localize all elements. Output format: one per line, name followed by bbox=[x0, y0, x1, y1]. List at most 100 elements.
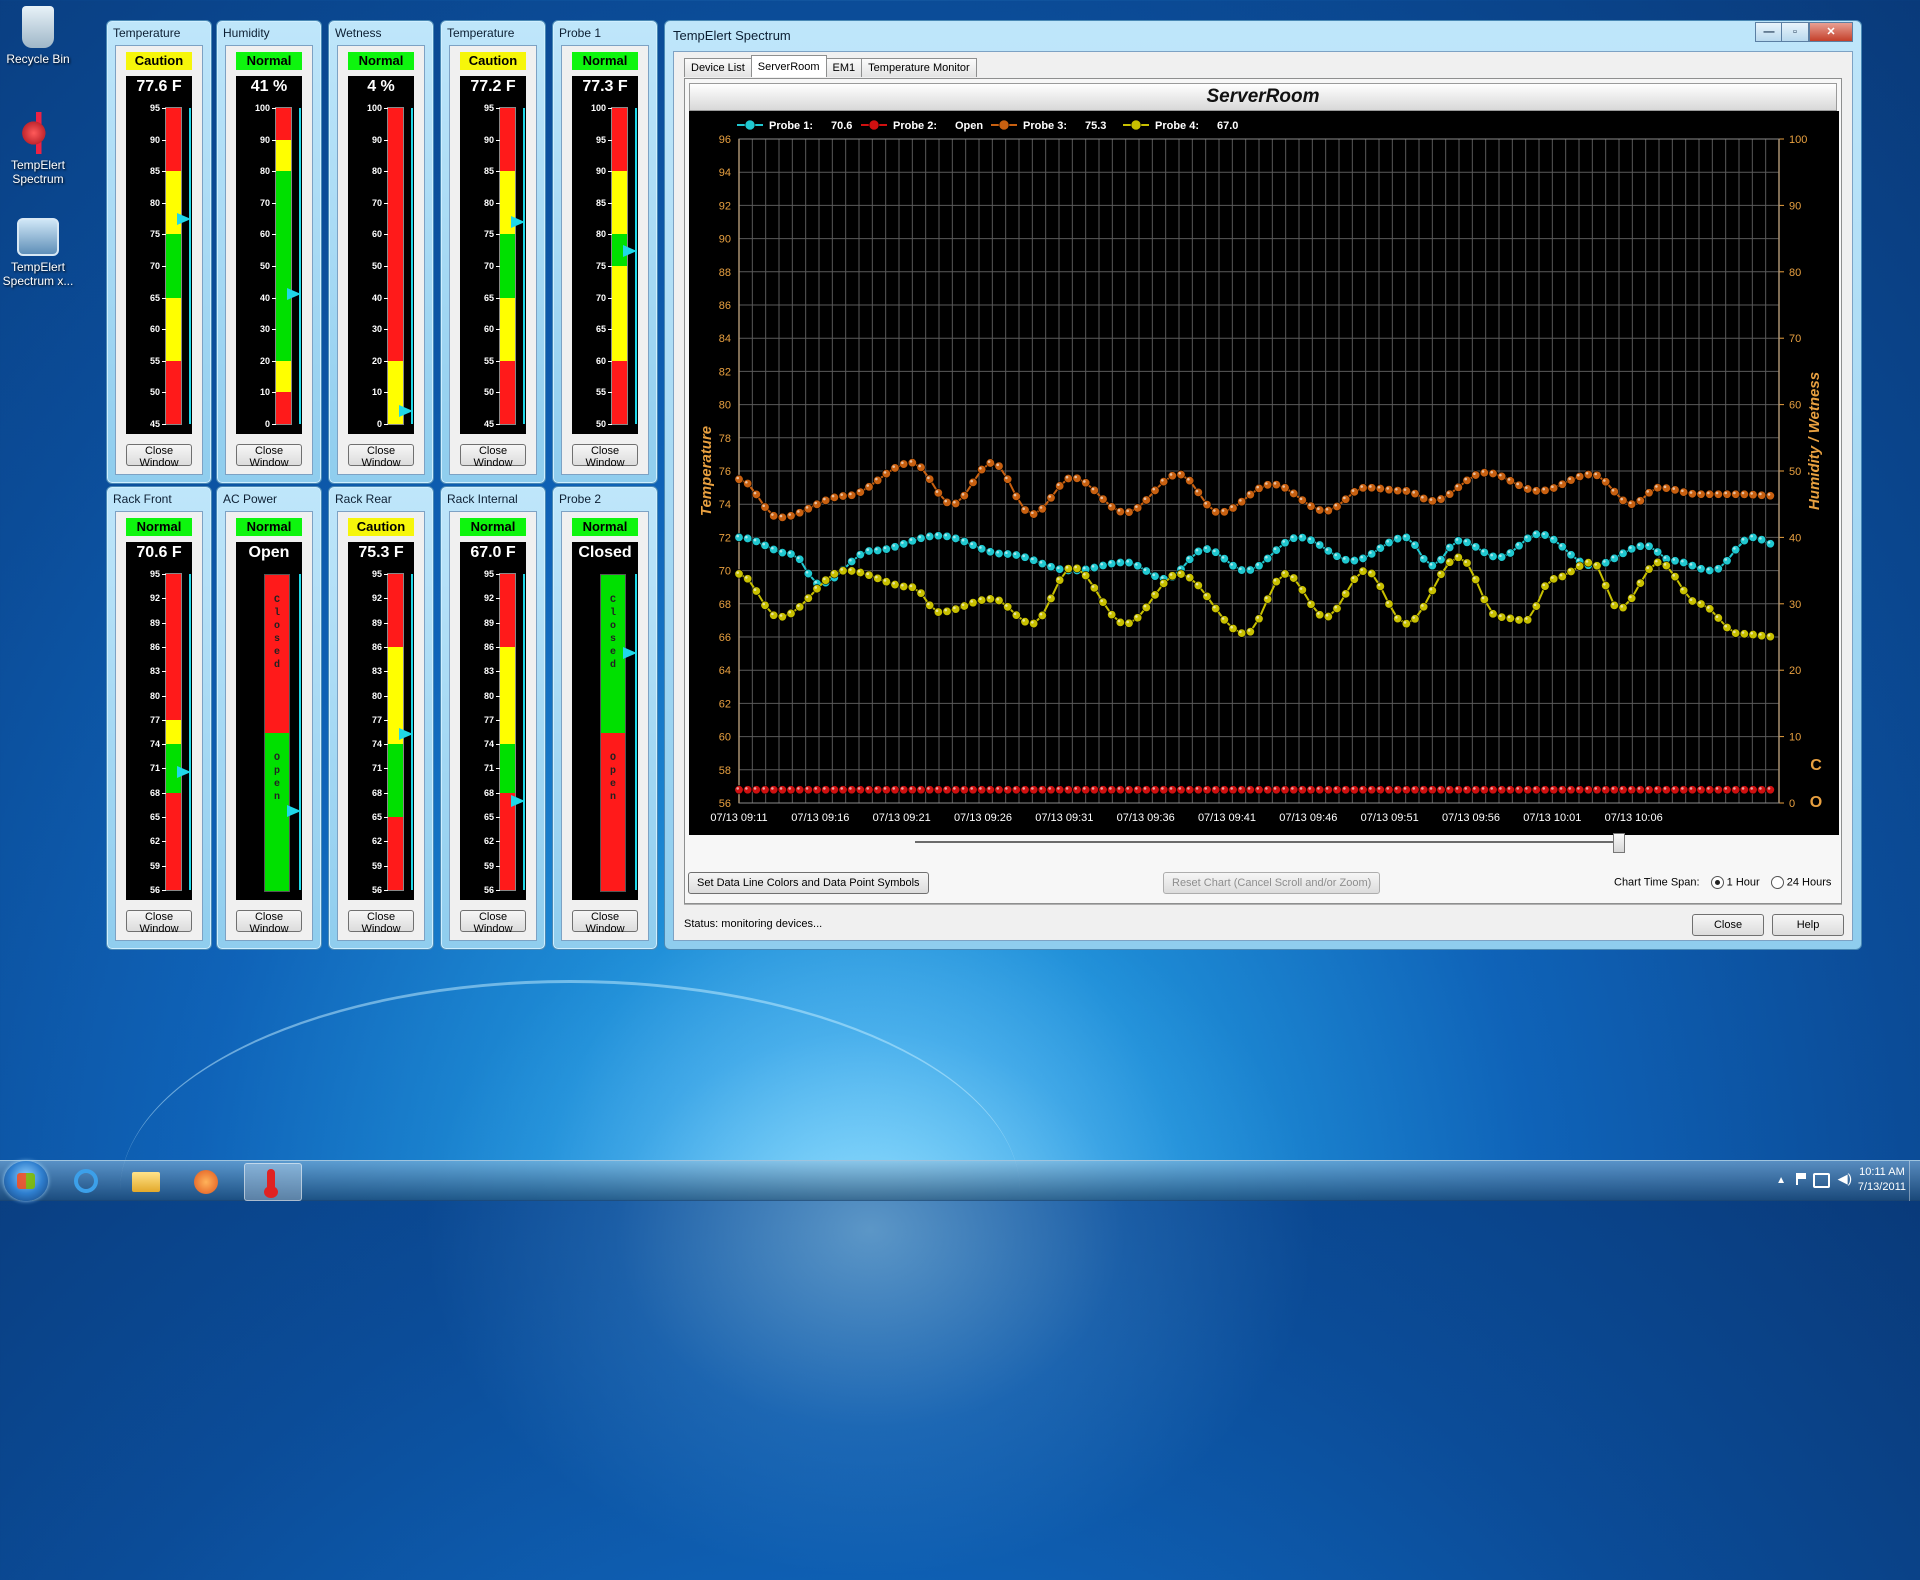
taskbar-ie[interactable] bbox=[60, 1163, 112, 1199]
gauge-tick bbox=[496, 719, 500, 721]
data-point bbox=[1644, 785, 1654, 795]
data-point-highlight bbox=[1455, 484, 1459, 488]
close-window-button[interactable]: Close Window bbox=[126, 444, 192, 469]
taskbar-media-player[interactable] bbox=[180, 1163, 232, 1199]
chart-svg[interactable]: 96 94 92 90 88 86 84 82 80 78 76 74 72 70 68 66 64 62 60 58… bbox=[689, 111, 1839, 835]
data-point bbox=[1367, 549, 1377, 559]
data-point bbox=[812, 584, 822, 594]
data-point-highlight bbox=[849, 492, 852, 496]
close-window-button[interactable]: Close Window bbox=[460, 910, 526, 935]
close-window-button[interactable]: Close Window bbox=[236, 910, 302, 935]
help-button[interactable]: Help bbox=[1772, 914, 1844, 936]
data-point-highlight bbox=[1221, 617, 1225, 620]
data-point bbox=[951, 533, 961, 543]
tab-em1[interactable]: EM1 bbox=[825, 58, 863, 77]
timespan-1h-radio[interactable] bbox=[1710, 876, 1724, 889]
data-point-highlight bbox=[779, 550, 783, 553]
close-button[interactable]: Close bbox=[1692, 914, 1764, 936]
data-point-highlight bbox=[1663, 556, 1667, 559]
gauge-tick bbox=[496, 202, 500, 204]
data-point-highlight bbox=[1265, 482, 1268, 485]
data-point bbox=[1488, 609, 1498, 619]
data-point bbox=[1323, 612, 1333, 622]
data-point-highlight bbox=[987, 460, 991, 463]
data-point-highlight bbox=[1091, 487, 1095, 491]
data-point-highlight bbox=[875, 575, 878, 579]
close-window-button[interactable]: ✕ bbox=[1809, 22, 1853, 42]
close-window-button[interactable]: Close Window bbox=[236, 444, 302, 469]
data-point-highlight bbox=[1360, 787, 1363, 790]
data-point-highlight bbox=[1412, 491, 1415, 494]
data-point-highlight bbox=[1611, 488, 1615, 492]
taskbar-tempelert[interactable] bbox=[244, 1163, 302, 1201]
data-point bbox=[916, 785, 926, 795]
chart-header: ServerRoom bbox=[689, 83, 1837, 111]
chart-scrollbar-track[interactable] bbox=[915, 841, 1620, 843]
clock[interactable]: 10:11 AM 7/13/2011 bbox=[1858, 1165, 1906, 1195]
volume-icon[interactable]: ◀) bbox=[1838, 1171, 1852, 1187]
close-window-button[interactable]: Close Window bbox=[348, 444, 414, 469]
data-point-highlight bbox=[1681, 559, 1684, 563]
data-point bbox=[1289, 573, 1299, 583]
close-window-button[interactable]: Close Window bbox=[126, 910, 192, 935]
data-point bbox=[1037, 610, 1047, 620]
data-point bbox=[1453, 482, 1463, 492]
tab-temperature-monitor[interactable]: Temperature Monitor bbox=[861, 58, 977, 77]
data-point-highlight bbox=[1672, 487, 1675, 490]
data-point bbox=[1401, 486, 1411, 496]
data-point bbox=[812, 785, 822, 795]
desktop-icon-recycle-bin[interactable]: Recycle Bin bbox=[0, 6, 76, 66]
gauge-body: Normal 41 % 100 90 80 70 60 50 40 30 20 10 0 Close Wi… bbox=[225, 45, 313, 475]
action-center-flag-icon[interactable] bbox=[1796, 1173, 1808, 1185]
data-point bbox=[1505, 613, 1515, 623]
close-window-button[interactable]: Close Window bbox=[572, 910, 638, 935]
y-tick-label: 66 bbox=[719, 632, 731, 644]
data-point bbox=[1757, 631, 1767, 641]
chart-area[interactable]: 96 94 92 90 88 86 84 82 80 78 76 74 72 70 68 66 64 62 60 58… bbox=[689, 111, 1839, 835]
gauge-tick-label: 20 bbox=[259, 355, 270, 366]
data-point bbox=[873, 785, 883, 795]
start-button[interactable] bbox=[4, 1161, 48, 1201]
network-icon[interactable] bbox=[1813, 1173, 1830, 1188]
data-point bbox=[743, 479, 753, 489]
close-window-button[interactable]: Close Window bbox=[348, 910, 414, 935]
data-point bbox=[916, 588, 926, 598]
data-point bbox=[1401, 785, 1411, 795]
data-point-highlight bbox=[953, 606, 956, 610]
tab-device-list[interactable]: Device List bbox=[684, 58, 752, 77]
data-point-highlight bbox=[1031, 787, 1034, 790]
gauge-tick bbox=[384, 139, 388, 141]
data-point-highlight bbox=[1646, 566, 1649, 570]
set-colors-button[interactable]: Set Data Line Colors and Data Point Symb… bbox=[688, 872, 929, 894]
data-point bbox=[1245, 490, 1255, 500]
gauge-tick-label: 68 bbox=[483, 787, 494, 798]
gauge-panel: 67.0 F 95 92 89 86 83 80 77 74 71 68 65 62 59 56 bbox=[460, 542, 526, 900]
tray-show-hidden-icon[interactable]: ▲ bbox=[1776, 1175, 1786, 1186]
timespan-24h-label[interactable]: 24 Hours bbox=[1787, 876, 1832, 888]
desktop-icon-tempelert-x[interactable]: TempElert Spectrum x... bbox=[0, 218, 76, 288]
gauge-tick-label: 50 bbox=[259, 261, 270, 271]
data-point-highlight bbox=[1646, 787, 1649, 790]
gauge-pointer-track bbox=[523, 108, 525, 424]
timespan-24h-radio[interactable] bbox=[1770, 876, 1784, 889]
data-point bbox=[1219, 615, 1229, 625]
data-point bbox=[1176, 569, 1186, 579]
taskbar-explorer[interactable] bbox=[120, 1163, 172, 1199]
data-point-highlight bbox=[918, 787, 921, 790]
timespan-control: Chart Time Span: 1 Hour 24 Hours bbox=[1614, 876, 1831, 889]
chart-scrollbar-thumb[interactable] bbox=[1613, 833, 1625, 853]
data-point-highlight bbox=[814, 580, 817, 584]
close-window-button[interactable]: Close Window bbox=[572, 444, 638, 469]
data-point-highlight bbox=[1343, 787, 1346, 790]
timespan-1h-label[interactable]: 1 Hour bbox=[1727, 876, 1760, 888]
data-point-highlight bbox=[1126, 787, 1129, 790]
minimize-button[interactable]: — bbox=[1755, 22, 1783, 42]
data-point bbox=[760, 785, 770, 795]
tab-serverroom[interactable]: ServerRoom bbox=[750, 55, 827, 77]
reset-chart-button[interactable]: Reset Chart (Cancel Scroll and/or Zoom) bbox=[1163, 872, 1381, 894]
data-point bbox=[821, 575, 831, 585]
maximize-button[interactable]: ▫ bbox=[1781, 22, 1809, 42]
close-window-button[interactable]: Close Window bbox=[460, 444, 526, 469]
show-desktop-button[interactable] bbox=[1909, 1161, 1920, 1201]
desktop-icon-tempelert[interactable]: TempElert Spectrum bbox=[0, 112, 76, 186]
